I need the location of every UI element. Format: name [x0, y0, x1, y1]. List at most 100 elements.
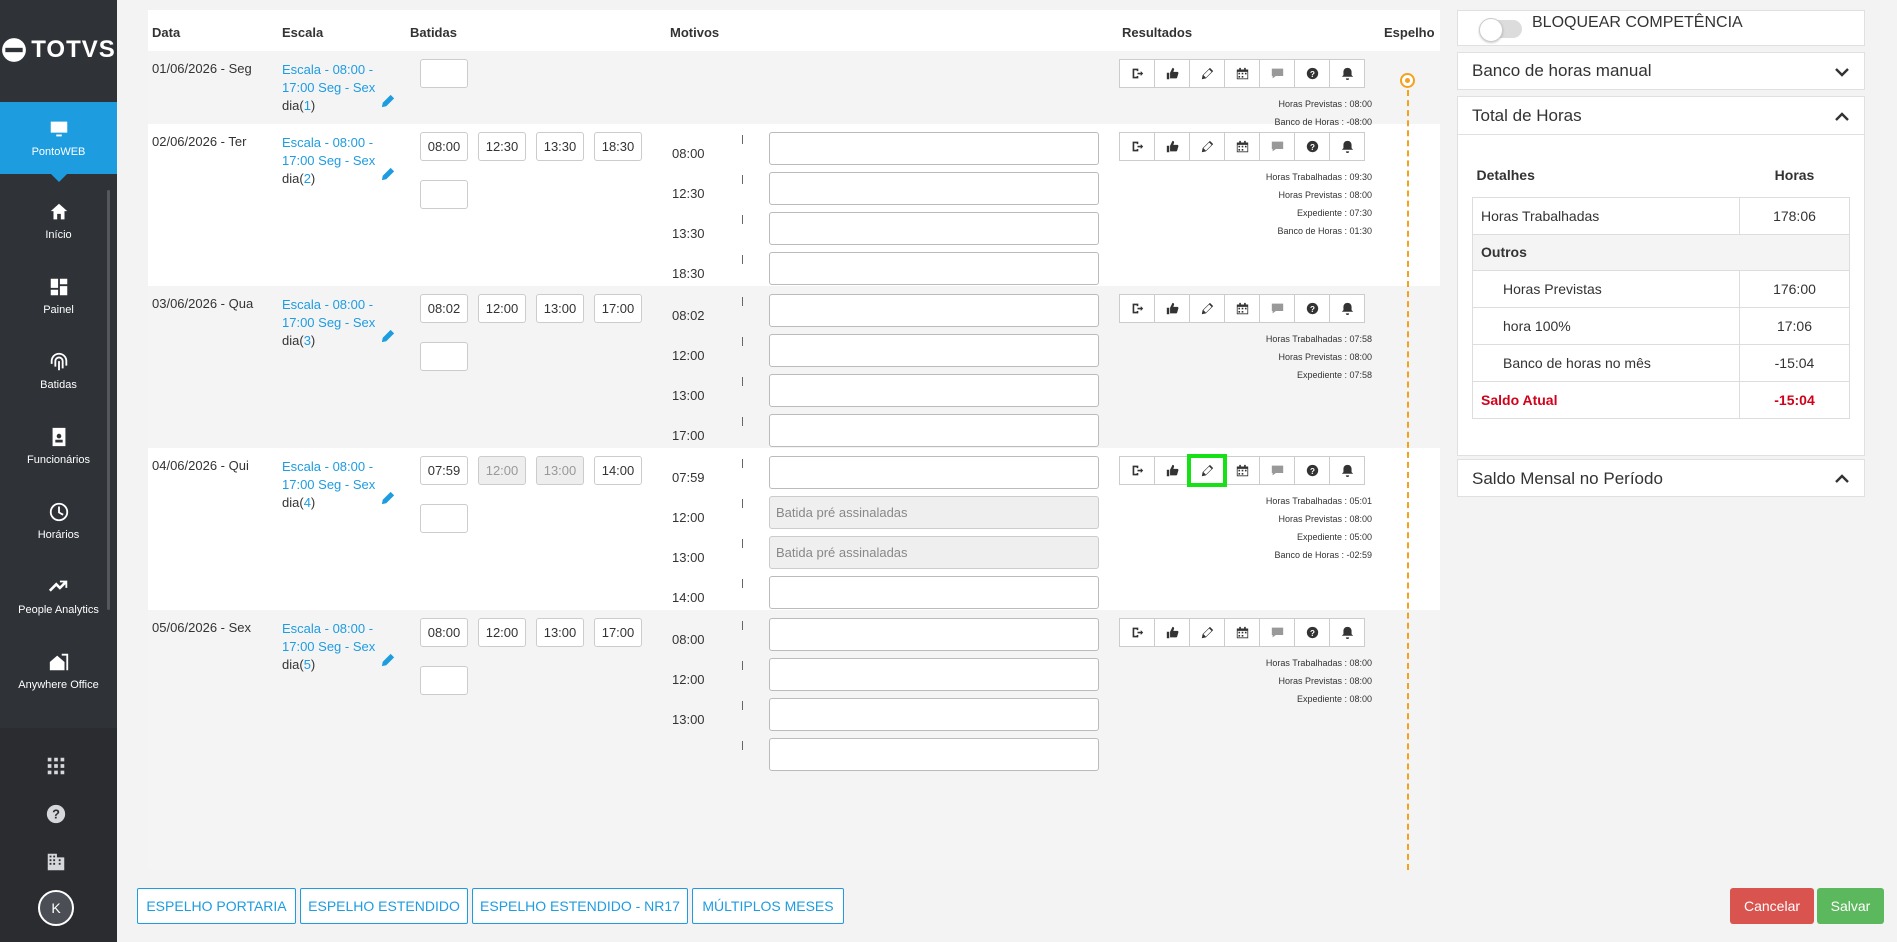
- edit-escala-icon[interactable]: [381, 329, 397, 345]
- dia-number[interactable]: 2: [304, 171, 311, 186]
- exit-button[interactable]: [1119, 618, 1155, 647]
- dia-number[interactable]: 4: [304, 495, 311, 510]
- batida-input[interactable]: 17:00: [594, 618, 642, 647]
- calendar-button[interactable]: [1224, 294, 1260, 323]
- batida-new-input[interactable]: [420, 59, 468, 88]
- dia-number[interactable]: 1: [304, 98, 311, 113]
- bell-button[interactable]: [1329, 456, 1365, 485]
- batida-new-input[interactable]: [420, 504, 468, 533]
- comment-button[interactable]: [1259, 59, 1295, 88]
- nav-inicio[interactable]: Início: [0, 185, 117, 257]
- calendar-button[interactable]: [1224, 456, 1260, 485]
- help-button[interactable]: ?: [1294, 456, 1330, 485]
- help-button[interactable]: ?: [1294, 59, 1330, 88]
- batida-input[interactable]: 08:02: [420, 294, 468, 323]
- motivo-input[interactable]: [769, 132, 1099, 165]
- apps-grid-icon[interactable]: [44, 754, 68, 778]
- dia-number[interactable]: 5: [304, 657, 311, 672]
- edit-escala-icon[interactable]: [381, 491, 397, 507]
- bloquear-competencia-toggle[interactable]: [1479, 18, 1522, 42]
- espelho-timeline-marker[interactable]: [1400, 73, 1415, 88]
- calendar-button[interactable]: [1224, 618, 1260, 647]
- comment-button[interactable]: [1259, 456, 1295, 485]
- pencil-button[interactable]: [1189, 294, 1225, 323]
- thumbs-up-button[interactable]: [1154, 294, 1190, 323]
- exit-button[interactable]: [1119, 294, 1155, 323]
- cancel-button[interactable]: Cancelar: [1730, 888, 1814, 924]
- batida-input[interactable]: 07:59: [420, 456, 468, 485]
- batida-new-input[interactable]: [420, 180, 468, 209]
- thumbs-up-button[interactable]: [1154, 132, 1190, 161]
- motivo-input[interactable]: [769, 374, 1099, 407]
- help-button[interactable]: ?: [1294, 132, 1330, 161]
- batida-input[interactable]: 12:30: [478, 132, 526, 161]
- batida-input[interactable]: 13:00: [536, 294, 584, 323]
- chevron-up-icon[interactable]: [1834, 471, 1850, 487]
- batida-input[interactable]: 08:00: [420, 618, 468, 647]
- batida-input[interactable]: 12:00: [478, 618, 526, 647]
- save-button[interactable]: Salvar: [1817, 888, 1884, 924]
- espelho-estendido-nr17-button[interactable]: ESPELHO ESTENDIDO - NR17: [472, 888, 688, 924]
- saldo-mensal-panel[interactable]: Saldo Mensal no Período: [1457, 459, 1865, 497]
- espelho-portaria-button[interactable]: ESPELHO PORTARIA: [137, 888, 296, 924]
- pencil-button[interactable]: [1189, 59, 1225, 88]
- bell-button[interactable]: [1329, 294, 1365, 323]
- motivo-input[interactable]: [769, 172, 1099, 205]
- dia-number[interactable]: 3: [304, 333, 311, 348]
- building-icon[interactable]: [44, 850, 68, 874]
- nav-pontoweb[interactable]: PontoWEB: [0, 102, 117, 182]
- nav-people-analytics[interactable]: People Analytics: [0, 560, 117, 632]
- escala-link[interactable]: Escala - 08:00 - 17:00 Seg - Sex dia(4): [282, 458, 375, 512]
- batida-new-input[interactable]: [420, 342, 468, 371]
- batida-input[interactable]: 13:00: [536, 618, 584, 647]
- motivo-input[interactable]: [769, 456, 1099, 489]
- avatar[interactable]: K: [38, 890, 74, 926]
- nav-painel[interactable]: Painel: [0, 260, 117, 332]
- chevron-up-icon[interactable]: [1834, 109, 1850, 125]
- calendar-button[interactable]: [1224, 132, 1260, 161]
- multiplos-meses-button[interactable]: MÚLTIPLOS MESES: [692, 888, 844, 924]
- batida-input[interactable]: 12:00: [478, 294, 526, 323]
- batida-input[interactable]: 08:00: [420, 132, 468, 161]
- nav-horarios[interactable]: Horários: [0, 485, 117, 557]
- comment-button[interactable]: [1259, 132, 1295, 161]
- comment-button[interactable]: [1259, 294, 1295, 323]
- nav-anywhere-office[interactable]: Anywhere Office: [0, 635, 117, 707]
- motivo-input[interactable]: [769, 698, 1099, 731]
- escala-link[interactable]: Escala - 08:00 - 17:00 Seg - Sex dia(5): [282, 620, 375, 674]
- calendar-button[interactable]: [1224, 59, 1260, 88]
- motivo-input[interactable]: [769, 414, 1099, 447]
- help-circle-icon[interactable]: ?: [44, 802, 68, 826]
- edit-escala-icon[interactable]: [381, 653, 397, 669]
- batida-input[interactable]: 13:30: [536, 132, 584, 161]
- pencil-button[interactable]: [1187, 454, 1227, 487]
- help-button[interactable]: ?: [1294, 294, 1330, 323]
- exit-button[interactable]: [1119, 132, 1155, 161]
- nav-funcionarios[interactable]: Funcionários: [0, 410, 117, 482]
- batida-input[interactable]: 14:00: [594, 456, 642, 485]
- batida-input[interactable]: 18:30: [594, 132, 642, 161]
- bell-button[interactable]: [1329, 132, 1365, 161]
- exit-button[interactable]: [1119, 59, 1155, 88]
- bell-button[interactable]: [1329, 59, 1365, 88]
- escala-link[interactable]: Escala - 08:00 - 17:00 Seg - Sex dia(2): [282, 134, 375, 188]
- motivo-input[interactable]: [769, 252, 1099, 285]
- thumbs-up-button[interactable]: [1154, 59, 1190, 88]
- totvs-logo[interactable]: TOTVS: [0, 30, 117, 70]
- exit-button[interactable]: [1119, 456, 1155, 485]
- edit-escala-icon[interactable]: [381, 94, 397, 110]
- comment-button[interactable]: [1259, 618, 1295, 647]
- escala-link[interactable]: Escala - 08:00 - 17:00 Seg - Sex dia(1): [282, 61, 375, 115]
- motivo-input[interactable]: [769, 576, 1099, 609]
- motivo-input[interactable]: [769, 618, 1099, 651]
- motivo-input[interactable]: [769, 334, 1099, 367]
- thumbs-up-button[interactable]: [1154, 618, 1190, 647]
- pencil-button[interactable]: [1189, 132, 1225, 161]
- motivo-input[interactable]: [769, 294, 1099, 327]
- motivo-input[interactable]: [769, 658, 1099, 691]
- motivo-input[interactable]: [769, 212, 1099, 245]
- sidebar-scrollbar[interactable]: [107, 190, 110, 610]
- nav-batidas[interactable]: Batidas: [0, 335, 117, 407]
- help-button[interactable]: ?: [1294, 618, 1330, 647]
- edit-escala-icon[interactable]: [381, 167, 397, 183]
